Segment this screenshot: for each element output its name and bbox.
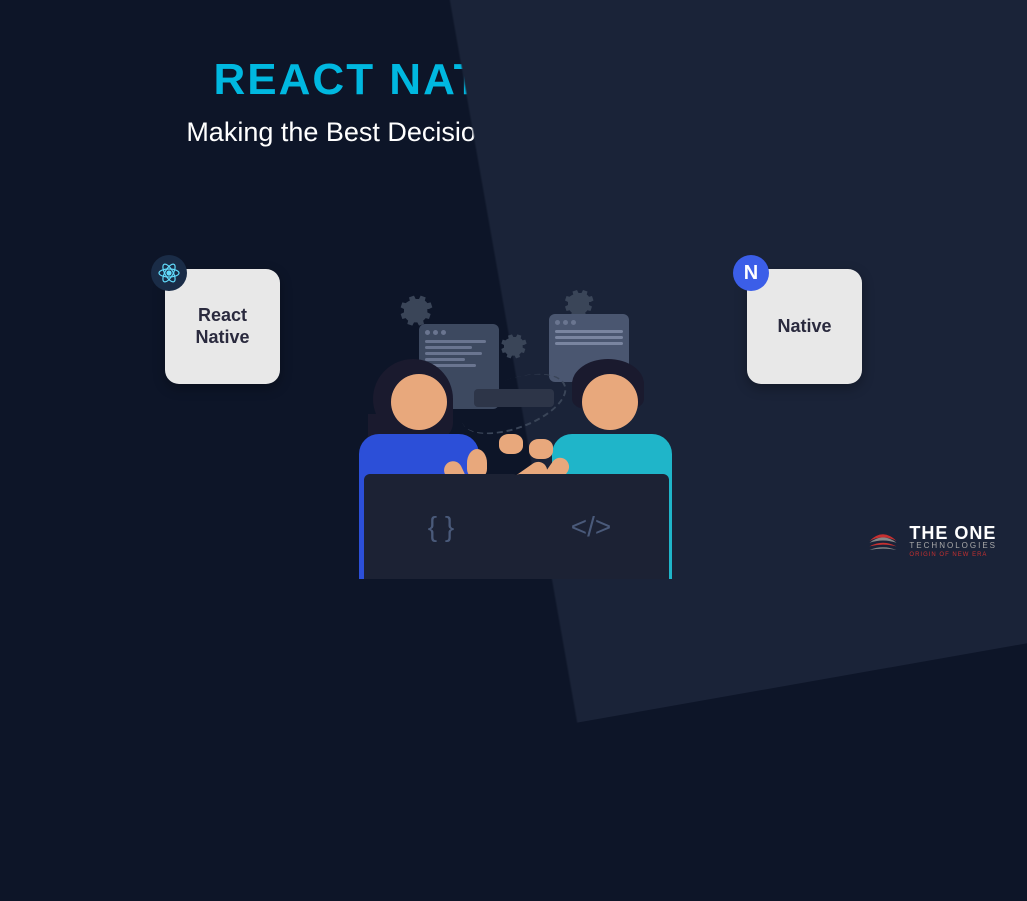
company-logo: THE ONE TECHNOLOGIES ORIGIN OF NEW ERA xyxy=(865,523,997,559)
title-native: NATIVE xyxy=(643,55,813,105)
gear-icon xyxy=(394,289,434,329)
subtitle: Making the Best Decision for Your Mobile… xyxy=(0,117,1027,148)
braces-icon: { } xyxy=(428,511,454,543)
title-react-native: REACT NATIVE xyxy=(214,55,560,105)
logo-sub: TECHNOLOGIES xyxy=(909,542,997,550)
gear-icon xyxy=(496,329,528,361)
vs-badge: VS xyxy=(579,58,623,102)
card-native-label: Native xyxy=(777,316,831,338)
card-native: N Native xyxy=(747,269,862,384)
laptop-right-icon: </> xyxy=(514,474,669,579)
laptop-left-icon: { } xyxy=(364,474,519,579)
card-react-label: React Native xyxy=(195,305,249,348)
logo-tagline: ORIGIN OF NEW ERA xyxy=(909,552,997,558)
react-atom-icon xyxy=(151,255,187,291)
logo-mark-icon xyxy=(865,523,901,559)
code-tag-icon: </> xyxy=(571,511,611,543)
logo-name: THE ONE xyxy=(909,524,997,542)
center-illustration: { } </> xyxy=(264,279,764,579)
header: REACT NATIVE VS NATIVE Making the Best D… xyxy=(0,0,1027,148)
title-row: REACT NATIVE VS NATIVE xyxy=(0,55,1027,105)
